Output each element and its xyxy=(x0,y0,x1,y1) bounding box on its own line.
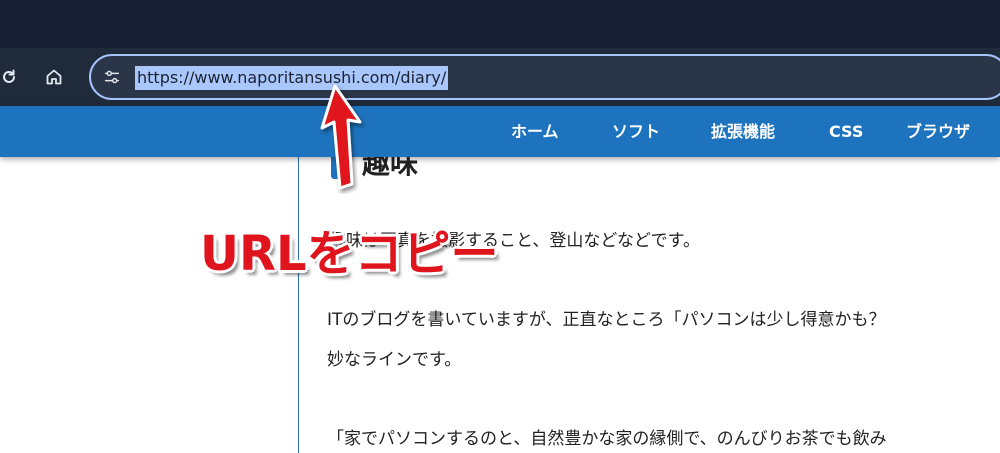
tab-strip xyxy=(0,0,1000,48)
address-bar[interactable]: https://www.naporitansushi.com/diary/ xyxy=(89,54,1000,100)
nav-item-software[interactable]: ソフト xyxy=(612,106,660,157)
tune-icon xyxy=(104,70,120,84)
arrow-annotation-icon xyxy=(320,84,362,190)
home-icon xyxy=(46,69,62,85)
nav-item-css[interactable]: CSS xyxy=(829,106,863,157)
nav-item-browser[interactable]: ブラウザ xyxy=(906,106,970,157)
browser-toolbar: https://www.naporitansushi.com/diary/ xyxy=(0,48,1000,106)
paragraph: ITのブログを書いていますが、正直なところ「パソコンは少し得意かも？ xyxy=(327,310,886,330)
paragraph: 妙なラインです。 xyxy=(327,350,462,370)
site-info-button[interactable] xyxy=(99,65,125,89)
reload-icon xyxy=(3,69,15,83)
url-text[interactable]: https://www.naporitansushi.com/diary/ xyxy=(135,66,449,90)
paragraph: 「家でパソコンするのと、自然豊かな家の縁側で、のんびりお茶でも飲み xyxy=(327,429,887,449)
nav-item-extensions[interactable]: 拡張機能 xyxy=(711,106,775,157)
home-button[interactable] xyxy=(39,62,69,92)
site-navigation: ホーム ソフト 拡張機能 CSS ブラウザ xyxy=(0,106,1000,157)
reload-button[interactable] xyxy=(0,62,24,92)
sidebar-divider xyxy=(298,157,299,453)
annotation-label: URLをコピー xyxy=(200,226,499,282)
nav-item-home[interactable]: ホーム xyxy=(511,106,559,157)
